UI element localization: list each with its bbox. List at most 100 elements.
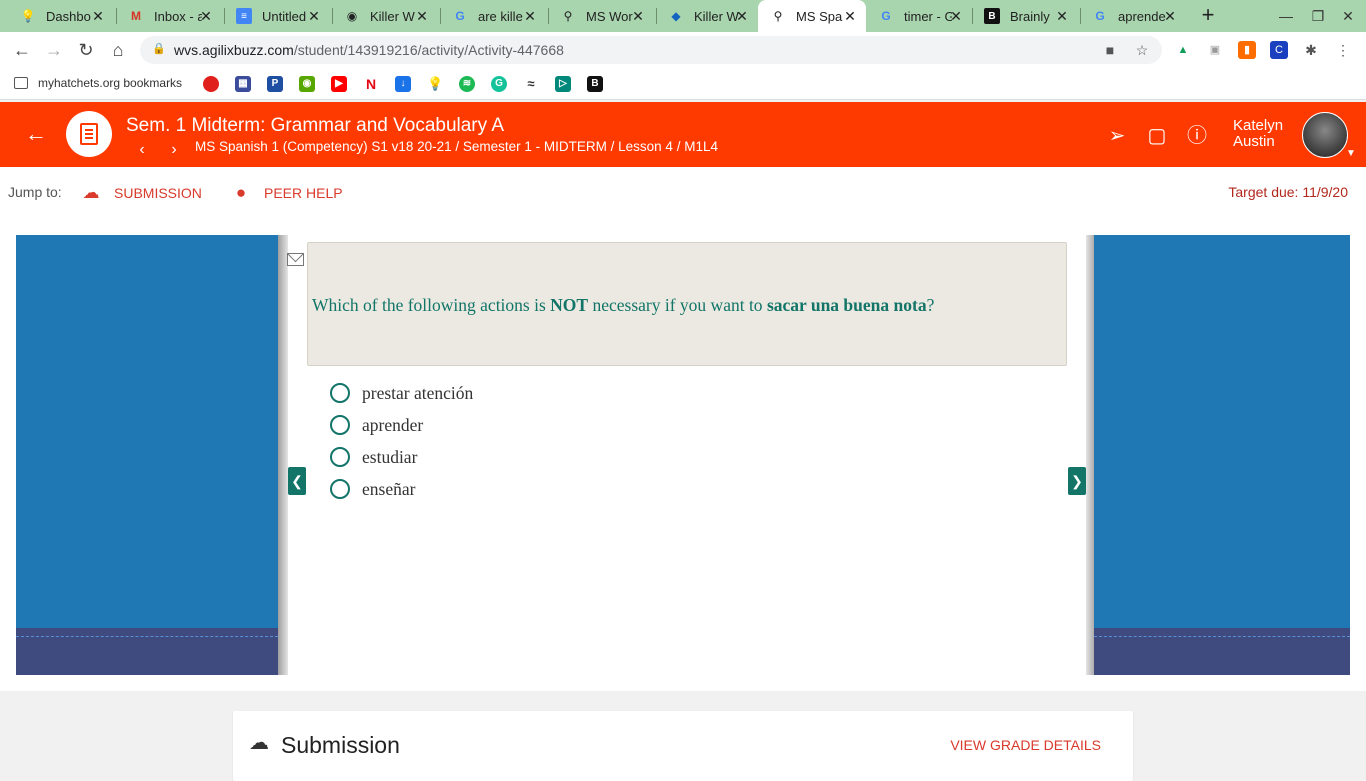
home-icon[interactable]: ⌂ bbox=[106, 38, 130, 62]
activity-header: ← Sem. 1 Midterm: Grammar and Vocabulary… bbox=[0, 102, 1366, 167]
left-decoration-panel bbox=[16, 235, 278, 675]
close-icon[interactable]: ✕ bbox=[414, 8, 430, 24]
spotify-icon[interactable]: ≋ bbox=[459, 76, 475, 92]
drive-icon[interactable]: ▲ bbox=[1174, 41, 1192, 59]
answer-choice[interactable]: aprender bbox=[330, 414, 423, 436]
netflix-icon[interactable]: N bbox=[363, 76, 379, 92]
puzzle-icon[interactable]: ✱ bbox=[1302, 41, 1320, 59]
google-icon: G bbox=[455, 9, 465, 23]
close-icon[interactable]: ✕ bbox=[1162, 8, 1178, 24]
meet-icon[interactable]: ▷ bbox=[555, 76, 571, 92]
address-bar[interactable]: 🔒 wvs.agilixbuzz.com/student/143919216/a… bbox=[140, 36, 1162, 64]
jump-submission-link[interactable]: ☁ SUBMISSION bbox=[78, 184, 202, 202]
submission-title: Submission bbox=[281, 732, 400, 758]
previous-page-arrow[interactable]: ❮ bbox=[288, 467, 306, 495]
browser-tab[interactable]: ⚲ MS Wor ✕ bbox=[548, 0, 654, 32]
browser-tab[interactable]: M Inbox - a ✕ bbox=[116, 0, 222, 32]
c-ext-icon[interactable]: C bbox=[1270, 41, 1288, 59]
brainly-icon: B bbox=[984, 8, 1000, 24]
radio-button[interactable] bbox=[330, 447, 350, 467]
browser-tab[interactable]: ≡ Untitled ✕ bbox=[224, 0, 330, 32]
minimize-icon[interactable]: — bbox=[1276, 6, 1296, 26]
next-page-arrow[interactable]: ❯ bbox=[1068, 467, 1086, 495]
radio-button[interactable] bbox=[330, 479, 350, 499]
close-icon[interactable]: ✕ bbox=[948, 8, 964, 24]
restore-icon[interactable]: ❐ bbox=[1308, 6, 1328, 26]
next-activity-icon[interactable]: › bbox=[164, 140, 184, 160]
send-icon[interactable]: ➢ bbox=[1105, 124, 1129, 148]
user-last-name: Austin bbox=[1233, 133, 1275, 150]
grammarly-icon[interactable]: G bbox=[491, 76, 507, 92]
tab-label: MS Wor bbox=[586, 8, 633, 24]
docs-icon: ≡ bbox=[236, 8, 252, 24]
radio-button[interactable] bbox=[330, 415, 350, 435]
p-icon[interactable]: P bbox=[267, 76, 283, 92]
browser-tab[interactable]: ◉ Killer W ✕ bbox=[332, 0, 438, 32]
answer-choice[interactable]: estudiar bbox=[330, 446, 417, 468]
browser-tab[interactable]: G aprende ✕ bbox=[1080, 0, 1186, 32]
menu-dots-icon[interactable]: ⋮ bbox=[1334, 41, 1352, 59]
close-icon[interactable]: ✕ bbox=[630, 8, 646, 24]
new-tab-button[interactable]: + bbox=[1196, 4, 1220, 28]
reload-icon[interactable]: ↻ bbox=[74, 38, 98, 62]
close-icon[interactable]: ✕ bbox=[734, 8, 750, 24]
jump-peer-help-link[interactable]: ● PEER HELP bbox=[228, 184, 343, 202]
close-icon[interactable]: ✕ bbox=[1054, 8, 1070, 24]
radio-button[interactable] bbox=[330, 383, 350, 403]
browser-tab[interactable]: B Brainly ✕ bbox=[972, 0, 1078, 32]
choice-label: aprender bbox=[362, 414, 424, 435]
camera-icon[interactable]: ■ bbox=[1102, 42, 1118, 58]
lock-icon: 🔒 bbox=[152, 43, 166, 55]
tab-label: timer - G bbox=[904, 8, 952, 24]
browser-tab[interactable]: G are kille ✕ bbox=[440, 0, 546, 32]
duolingo-icon[interactable]: ◉ bbox=[299, 76, 315, 92]
star-icon[interactable]: ☆ bbox=[1134, 42, 1150, 58]
back-arrow-icon[interactable]: ← bbox=[10, 38, 34, 62]
youtube-icon[interactable]: ▶ bbox=[331, 76, 347, 92]
view-grade-details-link[interactable]: VIEW GRADE DETAILS bbox=[950, 737, 1101, 753]
answer-choice[interactable]: prestar atención bbox=[330, 382, 473, 404]
forward-arrow-icon[interactable]: → bbox=[42, 38, 66, 62]
close-icon[interactable]: ✕ bbox=[198, 8, 214, 24]
bulb-icon[interactable]: 💡 bbox=[427, 76, 443, 92]
download-icon[interactable]: ↓ bbox=[395, 76, 411, 92]
avatar[interactable] bbox=[1302, 112, 1348, 158]
tab-label: Brainly bbox=[1010, 8, 1050, 24]
waves-icon[interactable]: ≈ bbox=[523, 76, 539, 92]
url-path: /student/143919216/activity/Activity-447… bbox=[293, 42, 564, 58]
close-icon[interactable]: ✕ bbox=[522, 8, 538, 24]
bike-icon: ⚲ bbox=[563, 9, 573, 23]
notes-icon[interactable]: ▢ bbox=[1145, 124, 1169, 148]
close-window-icon[interactable]: ✕ bbox=[1338, 6, 1358, 26]
mail-icon[interactable] bbox=[287, 253, 304, 266]
record-icon[interactable] bbox=[203, 76, 219, 92]
close-icon[interactable]: ✕ bbox=[90, 8, 106, 24]
chevron-down-icon[interactable]: ▼ bbox=[1346, 148, 1356, 159]
browser-toolbar: ← → ↻ ⌂ 🔒 wvs.agilixbuzz.com/student/143… bbox=[0, 32, 1366, 68]
submission-card: ☁ Submission VIEW GRADE DETAILS bbox=[233, 711, 1133, 781]
close-icon[interactable]: ✕ bbox=[842, 8, 858, 24]
back-arrow-icon[interactable]: ← bbox=[24, 122, 48, 146]
browser-tab[interactable]: 💡 Dashbo ✕ bbox=[8, 0, 114, 32]
user-name[interactable]: Katelyn Austin bbox=[1233, 118, 1283, 150]
bookmark-ext-icon[interactable]: ▮ bbox=[1238, 41, 1256, 59]
brainly-icon[interactable]: B bbox=[587, 76, 603, 92]
help-icon[interactable]: ⓘ bbox=[1185, 124, 1209, 148]
google-icon: G bbox=[1095, 9, 1105, 23]
bookmark-folder[interactable]: myhatchets.org bookmarks bbox=[14, 76, 182, 90]
calendar-icon[interactable]: ▦ bbox=[235, 76, 251, 92]
previous-activity-icon[interactable]: ‹ bbox=[132, 140, 152, 160]
breadcrumb[interactable]: MS Spanish 1 (Competency) S1 v18 20-21 /… bbox=[195, 139, 718, 154]
tab-label: MS Spa bbox=[796, 8, 843, 24]
url-text[interactable]: wvs.agilixbuzz.com/student/143919216/act… bbox=[174, 42, 564, 58]
choice-label: estudiar bbox=[362, 446, 418, 467]
extension-icon[interactable]: ▣ bbox=[1206, 41, 1224, 59]
assignment-icon bbox=[66, 111, 112, 157]
close-icon[interactable]: ✕ bbox=[306, 8, 322, 24]
browser-tab[interactable]: ◆ Killer W ✕ bbox=[656, 0, 758, 32]
choice-label: enseñar bbox=[362, 478, 416, 499]
browser-tab[interactable]: G timer - G ✕ bbox=[866, 0, 972, 32]
tab-label: Dashbo bbox=[46, 8, 91, 24]
answer-choice[interactable]: enseñar bbox=[330, 478, 415, 500]
browser-tab-active[interactable]: ⚲ MS Spa ✕ bbox=[758, 0, 866, 32]
